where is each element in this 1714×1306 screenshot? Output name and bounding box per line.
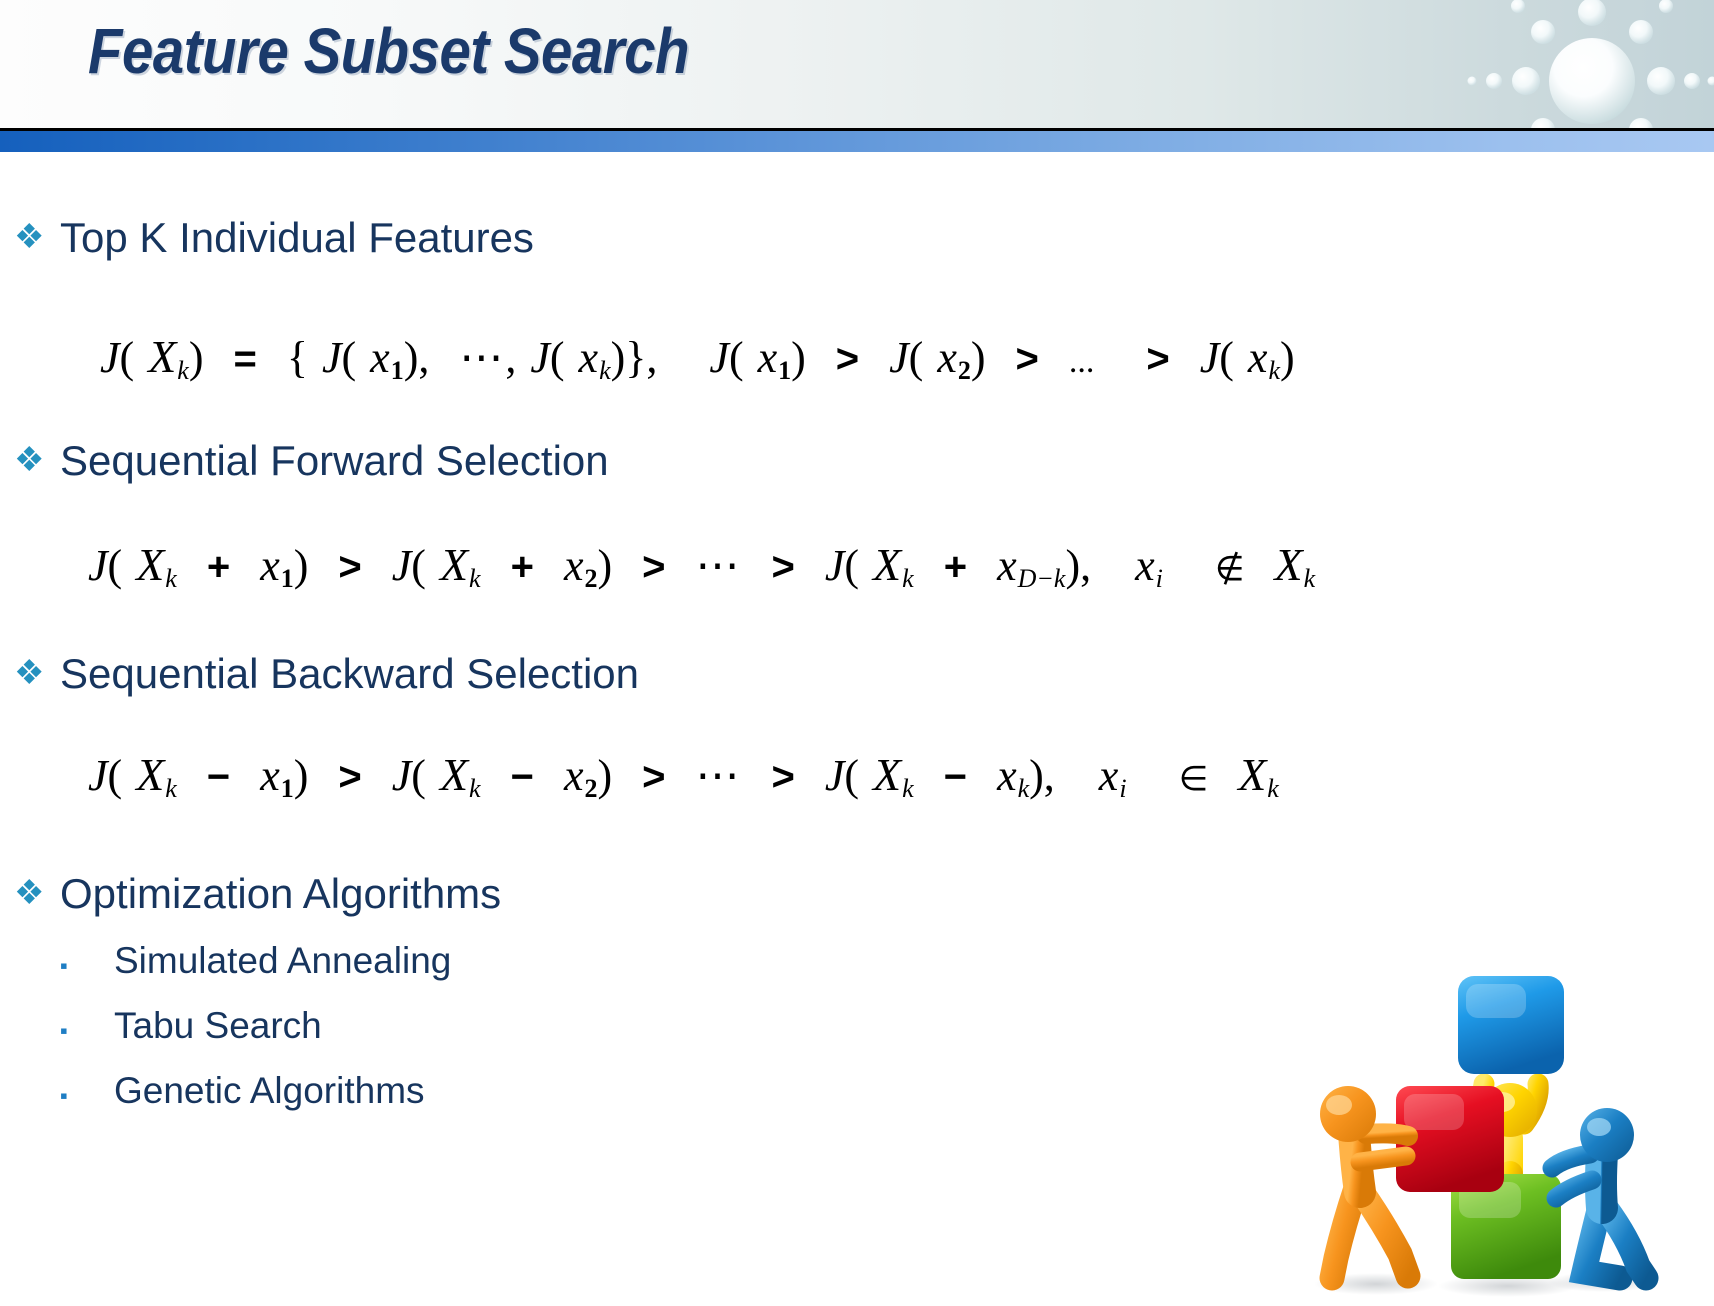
formula-top-k: J(Xk) ={J(x1), ⋯, J(xk)}, J(x1) > J(x2) >... > J(…	[100, 331, 1295, 386]
diamond-bullet-icon: ❖	[14, 874, 45, 912]
blue-block	[1458, 976, 1564, 1074]
square-bullet-icon: ▪	[60, 953, 68, 978]
sub-bullet-label: Tabu Search	[114, 1005, 322, 1046]
sub-bullet-label: Simulated Annealing	[114, 940, 452, 981]
bullet-sequential-backward-selection: ❖ Sequential Backward Selection	[14, 650, 639, 698]
bullet-label: Sequential Forward Selection	[60, 437, 609, 484]
diamond-bullet-icon: ❖	[14, 441, 45, 479]
slide-header: Feature Subset Search	[0, 0, 1714, 128]
slide-body: ❖ Top K Individual Features J(Xk) ={J(x1)…	[0, 152, 1714, 1306]
square-bullet-icon: ▪	[60, 1083, 68, 1108]
sub-bullet-simulated-annealing: ▪ Simulated Annealing	[60, 940, 451, 982]
sub-bullet-tabu-search: ▪ Tabu Search	[60, 1005, 322, 1047]
bullet-label: Optimization Algorithms	[60, 870, 502, 917]
bullet-top-k-individual-features: ❖ Top K Individual Features	[14, 214, 534, 262]
blue-figure	[1542, 1108, 1659, 1291]
page-title: Feature Subset Search	[88, 15, 690, 87]
teamwork-building-blocks-clipart	[1314, 976, 1659, 1297]
square-bullet-icon: ▪	[60, 1018, 68, 1043]
diamond-bullet-icon: ❖	[14, 218, 45, 256]
diamond-bullet-icon: ❖	[14, 654, 45, 692]
formula-backward-selection: J(Xk − x1) > J(Xk − x2) > ⋯ > J(Xk − xk), xi ∈ Xk	[88, 749, 1279, 804]
sub-bullet-genetic-algorithms: ▪ Genetic Algorithms	[60, 1070, 425, 1112]
bullet-sequential-forward-selection: ❖ Sequential Forward Selection	[14, 437, 609, 485]
starburst-decoration	[1467, 0, 1714, 128]
sub-bullet-label: Genetic Algorithms	[114, 1070, 425, 1111]
formula-forward-selection: J(Xk + x1) > J(Xk + x2) > ⋯ > J(Xk + xD−k), xi ∉ Xk	[88, 539, 1316, 594]
bullet-label: Top K Individual Features	[60, 214, 534, 261]
bullet-optimization-algorithms: ❖ Optimization Algorithms	[14, 870, 501, 918]
header-accent-bar	[0, 131, 1714, 152]
bullet-label: Sequential Backward Selection	[60, 650, 640, 697]
orange-figure	[1319, 1086, 1421, 1291]
